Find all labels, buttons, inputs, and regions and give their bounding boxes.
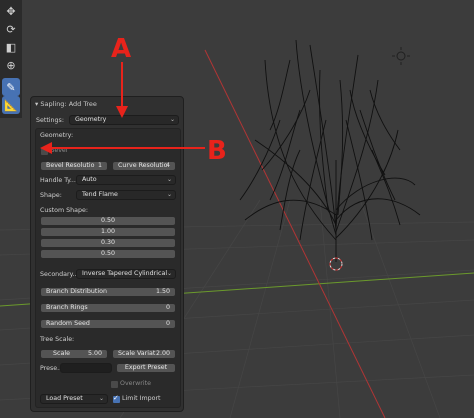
scale-variation-value: 2.00	[155, 350, 170, 357]
scale-label: Scale	[53, 350, 70, 357]
custom-shape-value-3[interactable]: 0.30	[40, 238, 176, 248]
3d-viewport[interactable]: ✥ ⟳ ◧ ⊕ ✎ 📐 ▾ Sapling: Add Tree Settings…	[0, 0, 474, 418]
shape-dropdown[interactable]: Tend Flame ⌄	[76, 190, 176, 200]
branch-rings-field[interactable]: Branch Rings 0	[40, 303, 176, 313]
custom-shape-value-1[interactable]: 0.50	[40, 216, 176, 226]
panel-title: Sapling: Add Tree	[40, 100, 97, 108]
measure-icon[interactable]: 📐	[2, 96, 20, 114]
limit-import-label: Limit Import	[122, 395, 161, 402]
random-seed-value: 0	[165, 320, 170, 327]
handle-type-value: Auto	[82, 176, 97, 183]
custom-shape-value-3-text: 0.30	[100, 239, 116, 246]
scale-variation-label: Scale Variat	[118, 350, 156, 357]
custom-shape-value-4[interactable]: 0.50	[40, 249, 176, 259]
overwrite-checkbox[interactable]	[110, 380, 119, 389]
secondary-label: Secondary...	[40, 271, 79, 278]
scale-value: 5.00	[87, 350, 102, 357]
preset-name-input[interactable]	[60, 363, 112, 373]
custom-shape-value-4-text: 0.50	[100, 250, 116, 257]
x-axis-line	[204, 49, 386, 418]
secondary-dropdown[interactable]: Inverse Tapered Cylindrical ⌄	[76, 269, 176, 279]
bevel-resolution-field[interactable]: Bevel Resolutio 1	[40, 161, 108, 171]
branch-distribution-label: Branch Distribution	[46, 288, 107, 295]
rotate-icon[interactable]: ⟳	[2, 20, 20, 38]
transform-icon[interactable]: ⊕	[2, 56, 20, 74]
bevel-resolution-label: Bevel Resolutio	[46, 162, 95, 169]
overwrite-label: Overwrite	[120, 380, 151, 387]
annotation-label-b: B	[207, 136, 227, 166]
chevron-down-icon: ⌄	[98, 395, 104, 402]
settings-dropdown[interactable]: Geometry ⌄	[69, 115, 179, 125]
tree-scale-label: Tree Scale:	[40, 336, 75, 343]
move-icon[interactable]: ✥	[2, 2, 20, 20]
branch-distribution-value: 1.50	[155, 288, 170, 295]
branch-rings-value: 0	[165, 304, 170, 311]
bevel-resolution-value: 1	[97, 162, 102, 169]
geometry-subpanel: Geometry: Bevel Bevel Resolutio 1 Curve R…	[35, 128, 181, 408]
curve-resolution-field[interactable]: Curve Resolutio 4	[112, 161, 176, 171]
secondary-value: Inverse Tapered Cylindrical	[82, 270, 168, 277]
handle-type-label: Handle Ty...	[40, 177, 76, 184]
settings-label: Settings:	[36, 117, 64, 124]
annotation-label-a: A	[111, 34, 132, 64]
panel-header[interactable]: ▾ Sapling: Add Tree	[35, 100, 97, 108]
sapling-add-tree-panel: ▾ Sapling: Add Tree Settings: Geometry ⌄ …	[30, 96, 184, 412]
shape-value: Tend Flame	[82, 191, 118, 198]
random-seed-field[interactable]: Random Seed 0	[40, 319, 176, 329]
shape-label: Shape:	[40, 192, 62, 199]
random-seed-label: Random Seed	[46, 320, 90, 327]
curve-resolution-value: 4	[165, 162, 170, 169]
scale-field[interactable]: Scale 5.00	[40, 349, 108, 359]
limit-import-checkbox[interactable]	[112, 394, 121, 404]
custom-shape-label: Custom Shape:	[40, 207, 88, 214]
chevron-down-icon: ⌄	[166, 176, 172, 183]
scale-icon[interactable]: ◧	[2, 38, 20, 56]
chevron-down-icon: ⌄	[166, 270, 172, 277]
annotate-icon[interactable]: ✎	[2, 78, 20, 96]
geometry-heading: Geometry:	[40, 132, 74, 139]
chevron-down-icon: ⌄	[169, 116, 175, 123]
settings-value: Geometry	[75, 116, 107, 123]
bevel-checkbox[interactable]	[40, 147, 49, 156]
export-preset-button[interactable]: Export Preset	[116, 363, 176, 373]
load-preset-dropdown[interactable]: Load Preset ⌄	[40, 394, 108, 404]
handle-type-dropdown[interactable]: Auto ⌄	[76, 175, 176, 185]
bevel-label: Bevel	[50, 147, 68, 154]
curve-resolution-label: Curve Resolutio	[118, 162, 168, 169]
branch-distribution-field[interactable]: Branch Distribution 1.50	[40, 287, 176, 297]
load-preset-label: Load Preset	[46, 395, 83, 402]
custom-shape-value-2[interactable]: 1.00	[40, 227, 176, 237]
chevron-down-icon: ⌄	[166, 191, 172, 198]
light-object-icon	[392, 47, 410, 65]
custom-shape-value-1-text: 0.50	[100, 217, 116, 224]
custom-shape-value-2-text: 1.00	[100, 228, 116, 235]
scale-variation-field[interactable]: Scale Variat 2.00	[112, 349, 176, 359]
branch-rings-label: Branch Rings	[46, 304, 88, 311]
tree-mesh	[239, 39, 421, 262]
tool-shelf: ✥ ⟳ ◧ ⊕ ✎ 📐	[0, 0, 22, 118]
collapse-chevron-icon[interactable]: ▾	[35, 100, 38, 108]
